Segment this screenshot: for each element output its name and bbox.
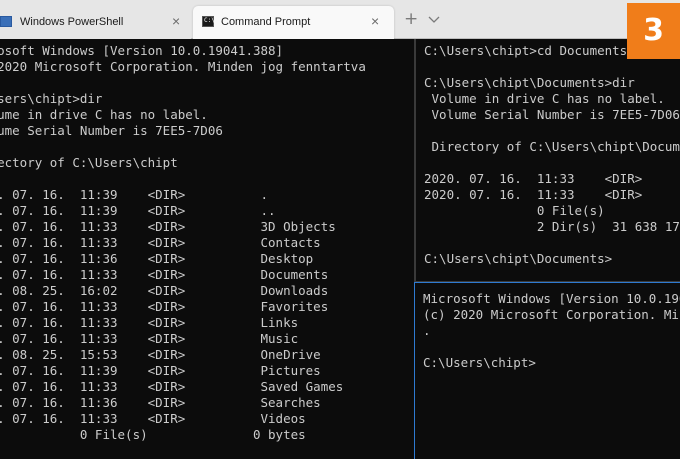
terminal-line: C:\Users\chipt>dir <box>0 91 103 106</box>
terminal-line: Volume Serial Number is 7EE5-7D06 <box>424 107 680 122</box>
terminal-line: 2020. 07. 16. 11:36 <DIR> Desktop <box>0 251 314 266</box>
terminal-line: 2020. 07. 16. 11:39 <DIR> . <box>0 187 269 202</box>
terminal-line: Microsoft Windows [Version 10.0.19041.38… <box>423 291 680 306</box>
terminal-pane-bottom-right-focused[interactable]: Microsoft Windows [Version 10.0.19041.38… <box>414 282 680 459</box>
terminal-line: 2020. 07. 16. 11:33 <DIR> .. <box>424 187 643 202</box>
chevron-down-icon[interactable] <box>427 12 441 26</box>
terminal-line: 2020. 08. 25. 16:02 <DIR> Downloads <box>0 283 329 298</box>
new-tab-button[interactable]: + <box>404 11 418 28</box>
terminal-line: 0 File(s) 0 bytes <box>0 427 306 442</box>
terminal-line: Volume Serial Number is 7EE5-7D06 <box>0 123 223 138</box>
terminal-line: C:\Users\chipt\Documents>dir <box>424 75 635 90</box>
terminal-line: 2020. 07. 16. 11:39 <DIR> .. <box>0 203 276 218</box>
terminal-line: . <box>423 323 431 338</box>
tab-bar: Windows PowerShell × C:\ Command Prompt … <box>0 0 680 39</box>
terminal-line: 2020. 08. 25. 15:53 <DIR> OneDrive <box>0 347 321 362</box>
terminal-line: 2020. 07. 16. 11:39 <DIR> Pictures <box>0 363 321 378</box>
terminal-output: Microsoft Windows [Version 10.0.19041.38… <box>423 291 680 371</box>
terminal-line: C:\Users\chipt\Documents> <box>424 251 613 266</box>
terminal-line: Directory of C:\Users\chipt <box>0 155 178 170</box>
terminal-line: Directory of C:\Users\chipt\Documents <box>431 139 680 154</box>
terminal-line: 2020. 07. 16. 11:33 <DIR> . <box>424 171 643 186</box>
tab-windows-powershell[interactable]: Windows PowerShell × <box>0 6 191 39</box>
terminal-line: 2 Dir(s) 31 638 175 744 bytes free <box>536 219 680 234</box>
tab-command-prompt[interactable]: C:\ Command Prompt × <box>193 6 394 39</box>
terminal-line: Volume in drive C has no label. <box>0 107 208 122</box>
terminal-output: Microsoft Windows [Version 10.0.19041.38… <box>0 43 366 443</box>
cmd-icon: C:\ <box>202 16 215 27</box>
tab-title: Command Prompt <box>221 16 311 28</box>
terminal-line: 2020. 07. 16. 11:33 <DIR> Videos <box>0 411 306 426</box>
tab-title: Windows PowerShell <box>20 16 124 28</box>
terminal-pane-top-right[interactable]: C:\Users\chipt>cd Documents C:\Users\chi… <box>416 39 680 281</box>
terminal-line: Microsoft Windows [Version 10.0.19041.38… <box>0 43 284 58</box>
terminal-line: (c) 2020 Microsoft Corporation. Minden j… <box>423 307 680 322</box>
terminal-output: C:\Users\chipt>cd Documents C:\Users\chi… <box>424 43 680 267</box>
terminal-line: 0 File(s) 0 bytes <box>536 203 605 218</box>
terminal-line: 2020. 07. 16. 11:33 <DIR> Documents <box>0 267 329 282</box>
step-number-badge: 3 <box>627 3 680 59</box>
terminal-line: 2020. 07. 16. 11:33 <DIR> Saved Games <box>0 379 344 394</box>
terminal-line: 2020. 07. 16. 11:33 <DIR> Contacts <box>0 235 321 250</box>
terminal-line: 2020. 07. 16. 11:36 <DIR> Searches <box>0 395 321 410</box>
terminal-line: Volume in drive C has no label. <box>424 91 665 106</box>
terminal-window: Windows PowerShell × C:\ Command Prompt … <box>0 0 680 459</box>
terminal-pane-left[interactable]: Microsoft Windows [Version 10.0.19041.38… <box>0 39 414 459</box>
powershell-icon <box>0 16 12 27</box>
terminal-line: 2020. 07. 16. 11:33 <DIR> Favorites <box>0 299 329 314</box>
terminal-line: 2020. 07. 16. 11:33 <DIR> Links <box>0 315 299 330</box>
close-icon[interactable]: × <box>371 13 379 29</box>
terminal-line: 2020. 07. 16. 11:33 <DIR> Music <box>0 331 299 346</box>
terminal-line: (c) 2020 Microsoft Corporation. Minden j… <box>0 59 366 74</box>
terminal-line: 2020. 07. 16. 11:33 <DIR> 3D Objects <box>0 219 336 234</box>
close-icon[interactable]: × <box>172 13 180 29</box>
terminal-line: C:\Users\chipt> <box>423 355 536 370</box>
